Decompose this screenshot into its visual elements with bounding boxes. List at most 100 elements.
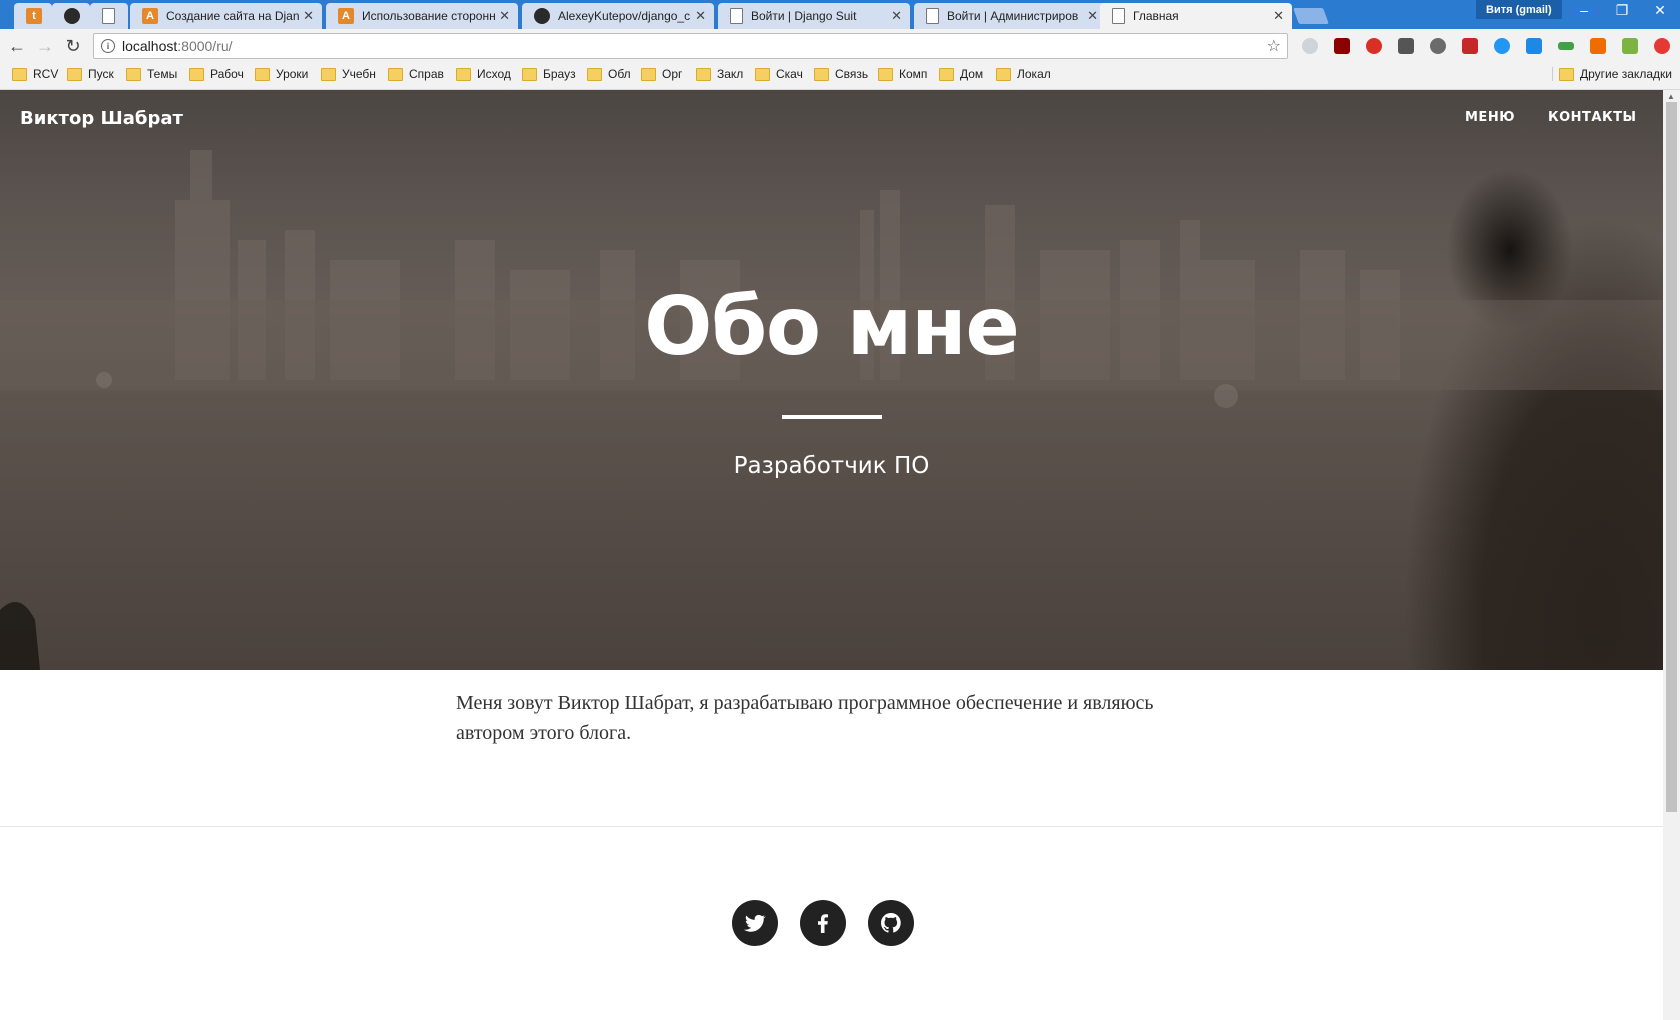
battery-extension-icon[interactable] (1558, 42, 1574, 50)
bookmark-label: Локал (1017, 67, 1051, 81)
bookmark-folder[interactable]: Брауз (522, 67, 576, 81)
folder-icon (1559, 67, 1574, 81)
twitter-icon (744, 914, 766, 932)
bookmark-folder[interactable]: Орг (641, 67, 682, 81)
bookmark-folder[interactable]: Скач (755, 67, 803, 81)
close-icon[interactable]: ✕ (499, 8, 510, 24)
close-icon[interactable]: ✕ (695, 8, 706, 24)
sync-extension-icon[interactable] (1494, 38, 1510, 54)
bookmark-star-icon[interactable]: ☆ (1267, 36, 1281, 56)
folder-icon (641, 67, 656, 81)
tab-2[interactable] (90, 3, 128, 29)
github-icon (534, 8, 550, 24)
bookmark-label: RCV (33, 67, 59, 81)
restore-icon[interactable]: ❐ (1602, 2, 1642, 19)
bookmark-label: Скач (776, 67, 803, 81)
bookmark-label: Брауз (543, 67, 576, 81)
new-tab-button[interactable] (1293, 8, 1329, 24)
bookmark-folder[interactable]: Рабоч (189, 67, 244, 81)
document-icon (730, 8, 743, 24)
about-text: Меня зовут Виктор Шабрат, я разрабатываю… (456, 692, 1154, 744)
browser-toolbar: ← → ↻ i localhost:8000/ru/ ☆ (0, 29, 1680, 63)
upload-extension-icon[interactable] (1654, 38, 1670, 54)
hero-header: Виктор Шабрат МЕНЮ КОНТАКТЫ Обо мне Разр… (0, 90, 1663, 670)
bookmark-folder[interactable]: Пуск (67, 67, 114, 81)
bookmark-folder[interactable]: Комп (878, 67, 927, 81)
tab-strip: t A Создание сайта на Djan ✕ A Использов… (0, 0, 1680, 29)
tab-7[interactable]: Войти | Администриров ✕ (914, 3, 1106, 29)
folder-icon (12, 67, 27, 81)
url-host: localhost (122, 38, 178, 54)
info-icon[interactable]: i (101, 39, 115, 53)
evernote-extension-icon[interactable] (1430, 38, 1446, 54)
ublock-extension-icon[interactable] (1334, 38, 1350, 54)
folder-icon (696, 67, 711, 81)
translate-extension-icon[interactable] (1526, 38, 1542, 54)
screenshot-extension-icon[interactable] (1622, 38, 1638, 54)
bookmark-folder[interactable]: Справ (388, 67, 444, 81)
bookmark-label: Комп (899, 67, 928, 81)
close-icon[interactable]: ✕ (891, 8, 902, 24)
forward-icon[interactable]: → (33, 34, 57, 58)
bookmark-label: Дом (960, 67, 984, 81)
reload-icon[interactable]: ↻ (61, 34, 85, 58)
a-icon: A (142, 8, 158, 24)
bookmark-label: Закл (717, 67, 744, 81)
tab-title: Главная (1133, 9, 1179, 23)
bookmark-folder[interactable]: Связь (814, 67, 868, 81)
bookmark-label: Справ (409, 67, 444, 81)
bookmark-folder[interactable]: Дом (939, 67, 983, 81)
scroll-up-icon[interactable]: ▲ (1667, 92, 1675, 101)
close-icon[interactable]: ✕ (1273, 8, 1284, 24)
facebook-link[interactable] (800, 900, 846, 946)
document-icon (926, 8, 939, 24)
twitter-link[interactable] (732, 900, 778, 946)
site-brand-link[interactable]: Виктор Шабрат (20, 108, 183, 129)
tumblr-extension-icon[interactable] (1590, 38, 1606, 54)
tab-3[interactable]: A Создание сайта на Djan ✕ (130, 3, 322, 29)
other-bookmarks[interactable]: Другие закладки (1552, 67, 1672, 81)
bookmark-label: Темы (147, 67, 178, 81)
github-link[interactable] (868, 900, 914, 946)
bookmark-folder[interactable]: Закл (696, 67, 743, 81)
city-skyline-background (0, 150, 1663, 670)
tab-title: Войти | Администриров (947, 9, 1079, 23)
scrollbar-thumb[interactable] (1666, 102, 1677, 812)
nav-contacts-link[interactable]: КОНТАКТЫ (1548, 110, 1636, 125)
tab-1[interactable] (52, 3, 90, 29)
address-bar[interactable]: i localhost:8000/ru/ ☆ (93, 33, 1288, 59)
bookmark-folder[interactable]: Уроки (255, 67, 308, 81)
tab-4[interactable]: A Использование сторонн ✕ (326, 3, 518, 29)
bookmark-folder[interactable]: Темы (126, 67, 177, 81)
folder-icon (755, 67, 770, 81)
folder-icon (321, 67, 336, 81)
close-window-icon[interactable]: ✕ (1640, 2, 1680, 19)
nav-menu-link[interactable]: МЕНЮ (1465, 110, 1515, 125)
close-icon[interactable]: ✕ (303, 8, 314, 24)
profile-button[interactable]: Витя (gmail) (1476, 0, 1562, 19)
github-icon (64, 8, 80, 24)
footer-divider (0, 826, 1663, 827)
tab-0[interactable]: t (14, 3, 52, 29)
bookmark-folder[interactable]: RCV (12, 67, 58, 81)
hero-divider (782, 415, 882, 419)
t-icon: t (26, 8, 42, 24)
close-icon[interactable]: ✕ (1087, 8, 1098, 24)
globe-extension-icon[interactable] (1302, 38, 1318, 54)
a-icon: A (338, 8, 354, 24)
folder-icon (939, 67, 954, 81)
page-scrollbar[interactable]: ▲ (1663, 90, 1680, 1020)
minimize-icon[interactable]: – (1564, 2, 1604, 18)
tab-5[interactable]: AlexeyKutepov/django_c ✕ (522, 3, 714, 29)
back-icon[interactable]: ← (5, 34, 29, 58)
bookmark-folder[interactable]: Учебн (321, 67, 376, 81)
adblock-extension-icon[interactable] (1366, 38, 1382, 54)
pocket-extension-icon[interactable] (1398, 38, 1414, 54)
bookmark-folder[interactable]: Локал (996, 67, 1051, 81)
tab-8-active[interactable]: Главная ✕ (1100, 3, 1292, 29)
tab-6[interactable]: Войти | Django Suit ✕ (718, 3, 910, 29)
mail-extension-icon[interactable] (1462, 38, 1478, 54)
bookmark-folder[interactable]: Исход (456, 67, 511, 81)
bookmark-folder[interactable]: Обл (587, 67, 631, 81)
document-icon (1112, 8, 1125, 24)
